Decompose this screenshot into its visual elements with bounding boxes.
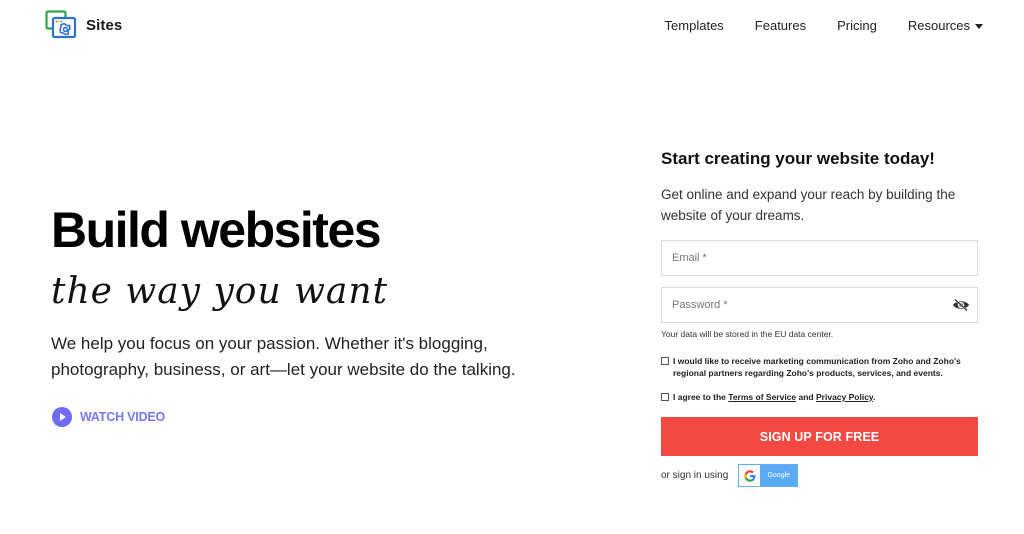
data-center-note: Your data will be stored in the EU data … — [661, 329, 834, 339]
email-input[interactable] — [662, 241, 977, 275]
header: Sites Templates Features Pricing Resourc… — [0, 0, 1024, 52]
terms-middle: and — [796, 392, 816, 402]
watch-video-button[interactable]: WATCH VIDEO — [52, 407, 165, 427]
zoho-sites-icon — [45, 10, 77, 39]
page: Sites Templates Features Pricing Resourc… — [0, 0, 1024, 534]
caret-down-icon — [975, 23, 983, 29]
terms-consent-label: I agree to the Terms of Service and Priv… — [673, 391, 875, 403]
email-field-wrapper — [661, 240, 978, 276]
nav-templates-label: Templates — [664, 18, 724, 33]
social-signin: or sign in using Google — [661, 464, 978, 487]
google-icon — [739, 465, 761, 486]
hero-title: Build websites — [51, 202, 382, 258]
nav-pricing[interactable]: Pricing — [837, 18, 877, 33]
nav-resources-label: Resources — [907, 18, 970, 33]
nav-features-label: Features — [754, 18, 807, 33]
google-signin-button[interactable]: Google — [738, 464, 799, 487]
nav-resources-dropdown[interactable]: Resources — [908, 18, 983, 33]
social-signin-label: or sign in using — [661, 470, 729, 481]
google-label: Google — [760, 465, 798, 486]
terms-consent-row: I agree to the Terms of Service and Priv… — [661, 391, 978, 403]
watch-video-label: WATCH VIDEO — [80, 410, 166, 424]
marketing-consent-label: I would like to receive marketing commun… — [673, 356, 961, 378]
marketing-consent-checkbox[interactable] — [661, 357, 669, 365]
logo-link[interactable]: Sites — [45, 10, 122, 40]
hero-script-tagline: the way you want — [51, 271, 389, 312]
marketing-consent-row: I would like to receive marketing commun… — [661, 355, 978, 379]
form-title: Start creating your website today! — [661, 149, 935, 168]
nav-features[interactable]: Features — [755, 18, 806, 33]
sign-up-button[interactable]: SIGN UP FOR FREE — [661, 417, 978, 456]
terms-of-service-link[interactable]: Terms of Service — [728, 392, 796, 402]
terms-prefix: I agree to the — [673, 392, 729, 402]
nav-pricing-label: Pricing — [837, 18, 877, 33]
terms-suffix: . — [873, 392, 876, 402]
nav-templates[interactable]: Templates — [665, 18, 724, 33]
main-nav: Templates Features Pricing Resources — [665, 18, 983, 33]
signup-form: Start creating your website today! Get o… — [661, 148, 978, 487]
password-input[interactable] — [662, 288, 977, 322]
hero-description: We help you focus on your passion. Wheth… — [51, 334, 516, 379]
password-field-wrapper — [661, 287, 978, 323]
eye-slash-icon[interactable] — [952, 298, 970, 312]
terms-consent-checkbox[interactable] — [661, 393, 669, 401]
privacy-policy-link[interactable]: Privacy Policy — [816, 392, 873, 402]
form-subtitle: Get online and expand your reach by buil… — [661, 187, 956, 223]
play-icon — [52, 407, 72, 427]
brand-name: Sites — [86, 16, 123, 34]
